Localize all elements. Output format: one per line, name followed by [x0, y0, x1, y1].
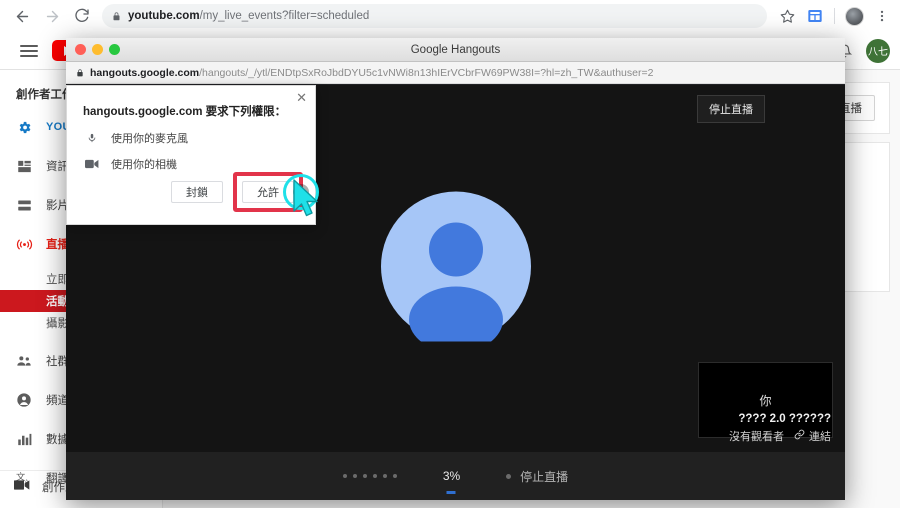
stop-stream-button[interactable]: 停止直播 — [506, 468, 568, 485]
video-camera-icon — [14, 479, 30, 494]
overflow-menu-icon[interactable] — [870, 4, 894, 28]
click-ring-indicator — [283, 174, 319, 210]
progress-percent: 3% — [442, 469, 461, 494]
progress-indicator — [446, 491, 456, 494]
stream-link-button[interactable]: 連結 — [794, 429, 831, 446]
stop-stream-pill[interactable]: 停止直播 — [697, 95, 765, 123]
permission-label: 使用你的相機 — [111, 159, 177, 171]
extension-icon[interactable] — [803, 4, 827, 28]
loading-dots — [342, 474, 397, 478]
block-button[interactable]: 封鎖 — [171, 181, 223, 203]
community-icon — [14, 353, 34, 369]
lock-icon — [76, 68, 84, 78]
hangouts-url-bar: hangouts.google.com/hangouts/_/ytl/ENDtp… — [66, 62, 845, 84]
stream-title: ???? 2.0 ?????? — [738, 413, 831, 426]
avatar[interactable]: 八七 — [866, 38, 890, 63]
stream-link-label: 連結 — [809, 430, 831, 443]
permission-dialog: ✕ hangouts.google.com 要求下列權限： 使用你的麥克風 使用… — [66, 85, 316, 225]
url-domain: youtube.com — [128, 10, 200, 22]
chrome-profile-avatar[interactable] — [842, 4, 866, 28]
viewer-count-label: 沒有觀看者 — [729, 430, 784, 443]
hangouts-bottom-bar: 3% 停止直播 — [66, 452, 845, 500]
dashboard-icon — [14, 159, 34, 174]
progress-value: 3% — [442, 469, 461, 483]
permission-dialog-title: hangouts.google.com 要求下列權限： — [83, 106, 287, 118]
permission-label: 使用你的麥克風 — [111, 133, 188, 145]
hangouts-titlebar: Google Hangouts — [66, 38, 845, 62]
camera-icon — [85, 159, 99, 169]
permission-row-microphone: 使用你的麥克風 — [67, 130, 315, 156]
toolbar-divider — [834, 8, 835, 24]
window-title: Google Hangouts — [410, 43, 501, 56]
status-dot-icon — [506, 473, 512, 479]
url-path: /my_live_events?filter=scheduled — [199, 10, 370, 22]
hamburger-menu-icon[interactable] — [20, 44, 38, 57]
self-view-label: 你 — [759, 393, 772, 408]
stream-meta: 沒有觀看者 連結 — [729, 429, 831, 446]
stop-stream-label: 停止直播 — [520, 469, 569, 484]
stream-info: ???? 2.0 ?????? 沒有觀看者 連結 — [729, 411, 831, 446]
link-icon — [794, 429, 805, 446]
video-manager-icon — [14, 198, 34, 213]
close-icon[interactable]: ✕ — [296, 91, 307, 104]
channel-icon — [14, 392, 34, 408]
toolbar-actions — [775, 4, 900, 28]
forward-arrow-icon[interactable] — [38, 2, 66, 30]
screenshot-root: youtube.com/my_live_events?filter=schedu… — [0, 0, 900, 508]
lock-icon — [112, 11, 121, 22]
hangouts-url-path: /hangouts/_/ytl/ENDtpSxRoJbdDYU5c1vNWi8n… — [199, 66, 654, 79]
star-icon[interactable] — [775, 4, 799, 28]
broadcast-icon — [14, 237, 34, 252]
hangouts-url-domain: hangouts.google.com — [90, 66, 200, 79]
person-avatar-icon — [380, 191, 531, 352]
browser-toolbar: youtube.com/my_live_events?filter=schedu… — [0, 0, 900, 32]
analytics-icon — [14, 432, 34, 447]
navigation-buttons — [0, 2, 96, 30]
microphone-icon — [85, 131, 99, 145]
address-bar[interactable]: youtube.com/my_live_events?filter=schedu… — [102, 4, 767, 28]
reload-icon[interactable] — [68, 2, 96, 30]
hangouts-window: Google Hangouts hangouts.google.com/hang… — [66, 38, 845, 500]
gear-icon — [14, 120, 34, 135]
back-arrow-icon[interactable] — [8, 2, 36, 30]
